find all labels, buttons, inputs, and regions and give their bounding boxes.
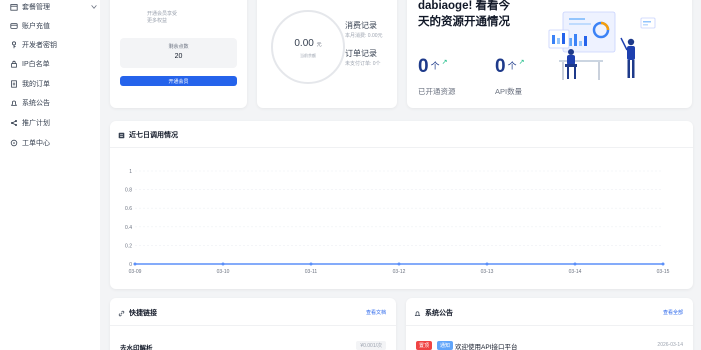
balance-label: 当前余额 [300,53,316,58]
bell-icon [414,310,421,316]
sidebar-item-tickets[interactable]: 工单中心 [10,136,50,150]
spend-record-link[interactable]: 消费记录 [345,20,377,31]
data-point[interactable] [309,262,313,266]
y-tick-label: 0.2 [125,243,132,249]
sidebar-item-dev-keys[interactable]: 开发者密钥 [10,38,57,52]
bell-icon [10,99,18,107]
sidebar-item-label: 开发者密钥 [22,42,57,49]
sidebar-item-promotion[interactable]: 推广计划 [10,116,50,130]
data-point[interactable] [397,262,401,266]
announcement-item[interactable]: 欢迎使用API接口平台 [455,341,517,350]
api-stat: 0 个 ↗ [495,57,524,77]
lock-icon [10,60,18,68]
points-box: 剩余点数 20 [120,38,237,68]
x-tick-label: 03-13 [481,269,494,275]
y-tick-label: 0.6 [125,206,132,212]
quick-links-title: 快捷链接 [129,310,157,317]
x-tick-label: 03-10 [217,269,230,275]
x-tick-label: 03-14 [569,269,582,275]
announcements-title: 系统公告 [425,310,453,317]
api-stat-label: API数量 [495,87,523,96]
data-point[interactable] [661,262,665,266]
sidebar: 套餐管理 账户充值 开发者密钥 IP白名单 我的订单 系统公告 推广计划 工单中… [0,0,100,350]
points-value: 20 [174,53,183,60]
quick-link-item[interactable]: 去水印解析 [120,342,153,350]
quick-links-card: 快捷链接 查看文档 去水印解析 ¥0.001/次 [110,298,396,350]
sidebar-item-package[interactable]: 套餐管理 [10,0,97,14]
member-promo-line-2: 更多权益 [147,18,168,24]
trend-up-icon: ↗ [518,59,525,66]
points-label: 剩余点数 [168,44,189,50]
balance-ring: 0.00 元 当前余额 [271,10,345,84]
data-point[interactable] [485,262,489,266]
y-tick-label: 1 [129,169,132,175]
announcement-date: 2026-03-14 [657,342,683,348]
consumption-card: 0.00 元 当前余额 消费记录 本月消费: 0.00元 订单记录 未支付订单:… [257,0,397,108]
pinned-badge: 置顶 [416,341,433,350]
view-docs-link[interactable]: 查看文档 [366,309,386,316]
link-icon [118,310,125,316]
wallet-icon [10,22,18,30]
package-icon [10,3,18,11]
usage-line-chart: 0 0.2 0.4 0.6 0.8 1 03-09 03-10 03-11 03-12 03-13 0… [125,169,670,275]
quick-link-price: ¥0.001/次 [356,341,386,350]
sidebar-item-label: 我的订单 [22,81,50,88]
key-icon [10,41,18,49]
chevron-down-icon[interactable] [90,3,98,11]
sidebar-item-announcements[interactable]: 系统公告 [10,96,50,110]
divider [110,325,396,326]
data-point[interactable] [221,262,225,266]
unpaid-orders: 未支付订单: 0个 [345,61,381,67]
headset-icon [10,139,18,147]
stat-unit: 个 [430,61,440,71]
account-card: 开通会员享受 更多权益 剩余点数 20 开通会员 [110,0,247,108]
sidebar-item-ip-whitelist[interactable]: IP白名单 [10,57,50,71]
x-tick-label: 03-09 [129,269,142,275]
sidebar-item-label: 系统公告 [22,100,50,107]
y-tick-label: 0.8 [125,188,132,194]
x-tick-label: 03-15 [657,269,670,275]
view-all-link[interactable]: 查看全部 [663,309,683,316]
member-promo-line: 开通会员享受 [147,11,178,17]
data-point[interactable] [133,262,137,266]
divider [406,325,693,326]
sidebar-item-orders[interactable]: 我的订单 [10,77,50,91]
document-icon [10,80,18,88]
resources-stat: 0 个 ↗ [418,57,447,77]
sidebar-item-label: IP白名单 [22,61,50,68]
trend-up-icon: ↗ [441,59,448,66]
stat-unit: 个 [507,61,517,71]
x-tick-label: 03-12 [393,269,406,275]
y-tick-label: 0.4 [125,225,132,231]
sidebar-item-label: 工单中心 [22,140,50,147]
usage-chart-card: 近七日调用情况 0 0.2 0.4 0.6 0.8 1 03-09 03-10 03-11 03-… [110,121,693,289]
sidebar-item-label: 推广计划 [22,120,50,127]
announcements-header: 系统公告 [414,308,453,318]
data-point[interactable] [573,262,577,266]
stat-value: 0 [495,56,506,77]
dashboard-illustration [548,11,656,80]
y-tick-label: 0 [129,262,132,268]
sidebar-item-label: 账户充值 [22,23,50,30]
order-record-link[interactable]: 订单记录 [345,48,377,59]
welcome-card: dabiaoge! 看看今天的资源开通情况 0 个 ↗ 已开通资源 0 个 ↗ … [407,0,692,108]
welcome-title: dabiaoge! 看看今天的资源开通情况 [418,0,511,28]
quick-links-header: 快捷链接 [118,308,157,318]
open-membership-button[interactable]: 开通会员 [120,76,237,86]
announcements-card: 系统公告 查看全部 置顶 通知 欢迎使用API接口平台 2026-03-14 [406,298,693,350]
balance-amount: 0.00 元 [294,38,322,49]
monthly-spend: 本月消费: 0.00元 [345,33,383,39]
stat-value: 0 [418,56,429,77]
sidebar-item-recharge[interactable]: 账户充值 [10,19,50,33]
sidebar-item-label: 套餐管理 [22,4,50,11]
notice-badge: 通知 [437,341,454,350]
resources-stat-label: 已开通资源 [418,87,456,96]
x-tick-label: 03-11 [305,269,318,275]
share-icon [10,119,18,127]
